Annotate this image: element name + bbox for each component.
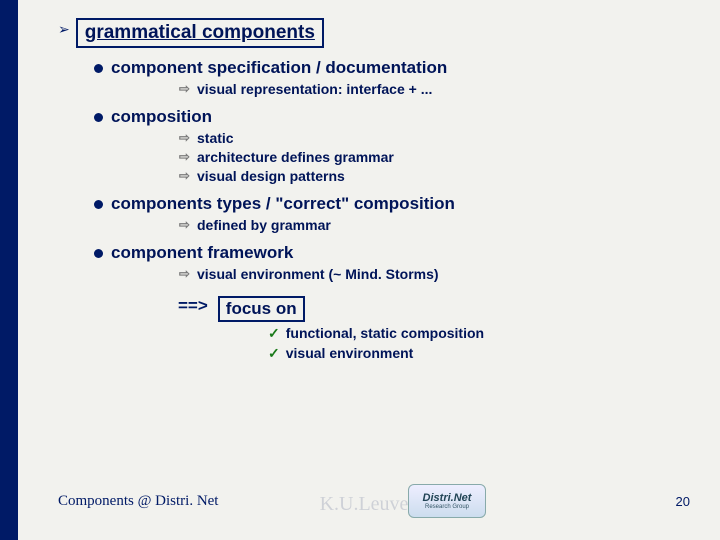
footer: Components @ Distri. Net Distri.Net Rese… (58, 484, 690, 518)
item-2-sub-2: ⇨ architecture defines grammar (178, 149, 700, 165)
arrow-icon: ⇨ (178, 217, 191, 233)
round-bullet-icon (94, 64, 103, 73)
item-4-label: component framework (111, 243, 293, 263)
item-3-sub-1: ⇨ defined by grammar (178, 217, 700, 233)
footer-left: Components @ Distri. Net (58, 493, 218, 510)
triangle-bullet-icon: ➢ (58, 18, 70, 40)
arrow-icon: ⇨ (178, 130, 191, 146)
check-icon: ✓ (268, 325, 280, 342)
arrow-icon: ⇨ (178, 266, 191, 282)
slide: ➢ grammatical components component speci… (0, 0, 720, 540)
heading-row: ➢ grammatical components (58, 18, 700, 54)
item-4-sub-1: ⇨ visual environment (~ Mind. Storms) (178, 266, 700, 282)
eq-arrow: ==> (178, 296, 208, 316)
focus-sub-1: ✓ functional, static composition (268, 325, 700, 342)
item-1-sub-1-text: visual representation: interface + ... (197, 81, 432, 97)
item-2: composition (94, 107, 700, 127)
item-2-sub-3: ⇨ visual design patterns (178, 168, 700, 184)
item-3: components types / "correct" composition (94, 194, 700, 214)
item-3-label: components types / "correct" composition (111, 194, 455, 214)
arrow-icon: ⇨ (178, 149, 191, 165)
focus-label: focus on (226, 299, 297, 318)
item-1: component specification / documentation (94, 58, 700, 78)
logo-sub: Research Group (425, 504, 469, 510)
round-bullet-icon (94, 249, 103, 258)
item-2-sub-1: ⇨ static (178, 130, 700, 146)
round-bullet-icon (94, 113, 103, 122)
heading-box: grammatical components (76, 18, 324, 48)
item-2-label: composition (111, 107, 212, 127)
item-1-label: component specification / documentation (111, 58, 447, 78)
focus-box: focus on (218, 296, 305, 322)
focus-sub-2: ✓ visual environment (268, 345, 700, 362)
check-icon: ✓ (268, 345, 280, 362)
logo-name: Distri.Net (423, 492, 472, 504)
item-1-sub-1: ⇨ visual representation: interface + ... (178, 81, 700, 97)
round-bullet-icon (94, 200, 103, 209)
item-4: component framework (94, 243, 700, 263)
focus-row: ==> focus on (178, 296, 700, 322)
logo: Distri.Net Research Group (408, 484, 486, 518)
page-number: 20 (676, 494, 690, 509)
arrow-icon: ⇨ (178, 168, 191, 184)
arrow-icon: ⇨ (178, 81, 191, 97)
heading-text: grammatical components (85, 22, 315, 43)
